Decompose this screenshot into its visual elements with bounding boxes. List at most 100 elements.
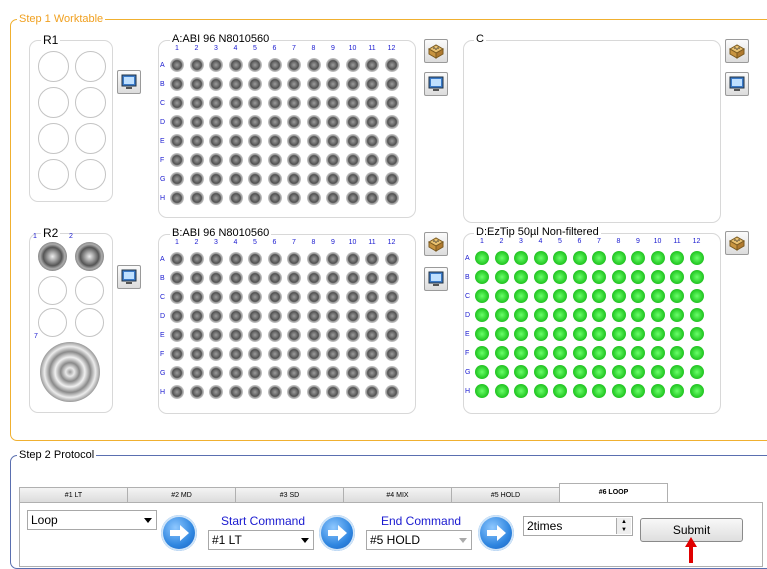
plate-b-well[interactable] bbox=[228, 309, 243, 323]
plate-a-well[interactable] bbox=[345, 153, 360, 167]
plate-a-well[interactable] bbox=[267, 77, 282, 91]
plate-b-well[interactable] bbox=[384, 290, 399, 304]
r1-reservoir-slot[interactable] bbox=[75, 123, 106, 154]
plate-a-well[interactable] bbox=[287, 58, 301, 72]
plate-b-well[interactable] bbox=[189, 309, 204, 323]
plate-d-well[interactable] bbox=[670, 251, 684, 265]
r2-view-button[interactable] bbox=[117, 265, 141, 289]
plate-d-well[interactable] bbox=[592, 346, 606, 360]
plate-a-well[interactable] bbox=[248, 134, 262, 148]
r1-reservoir-slot[interactable] bbox=[38, 159, 69, 190]
plate-a-well[interactable] bbox=[365, 172, 379, 186]
plate-d-well[interactable] bbox=[475, 346, 489, 360]
plate-b-well[interactable] bbox=[209, 309, 223, 323]
plate-a-well[interactable] bbox=[326, 96, 340, 110]
plate-a-well[interactable] bbox=[228, 134, 243, 148]
r2-tube-slot[interactable] bbox=[38, 308, 67, 337]
plate-a-well[interactable] bbox=[287, 191, 301, 205]
r1-reservoir-slot[interactable] bbox=[75, 87, 106, 118]
r1-reservoir-slot[interactable] bbox=[38, 123, 69, 154]
plate-a-well[interactable] bbox=[189, 115, 204, 129]
plate-a-well[interactable] bbox=[287, 172, 301, 186]
plate-d-well[interactable] bbox=[631, 251, 645, 265]
plate-a-well[interactable] bbox=[170, 77, 184, 91]
plate-b-well[interactable] bbox=[228, 347, 243, 361]
plate-b-well[interactable] bbox=[326, 328, 340, 342]
plate-d-well[interactable] bbox=[533, 270, 548, 284]
plate-d-well[interactable] bbox=[592, 270, 606, 284]
plate-a-well[interactable] bbox=[189, 191, 204, 205]
plate-b-well[interactable] bbox=[345, 328, 360, 342]
command-type-combo[interactable]: Loop bbox=[27, 510, 157, 530]
plate-b-well[interactable] bbox=[267, 271, 282, 285]
plate-b-well[interactable] bbox=[170, 328, 184, 342]
plate-d-well[interactable] bbox=[533, 346, 548, 360]
end-arrow-button[interactable] bbox=[319, 515, 355, 551]
plate-d-well[interactable] bbox=[475, 365, 489, 379]
plate-b-well[interactable] bbox=[209, 290, 223, 304]
plate-d-well[interactable] bbox=[514, 308, 528, 322]
plate-b-well[interactable] bbox=[170, 366, 184, 380]
plate-b-well[interactable] bbox=[326, 271, 340, 285]
plate-a-well[interactable] bbox=[209, 153, 223, 167]
plate-d-well[interactable] bbox=[670, 384, 684, 398]
plate-d-well[interactable] bbox=[475, 289, 489, 303]
plate-d-well[interactable] bbox=[592, 251, 606, 265]
plate-d-well[interactable] bbox=[494, 270, 509, 284]
plate-b-well[interactable] bbox=[306, 252, 321, 266]
plate-d-well[interactable] bbox=[494, 251, 509, 265]
plate-d-well[interactable] bbox=[494, 289, 509, 303]
r2-tube-slot[interactable] bbox=[38, 242, 67, 271]
r2-tube-slot[interactable] bbox=[75, 308, 104, 337]
plate-a-well[interactable] bbox=[306, 77, 321, 91]
plate-a-well[interactable] bbox=[248, 115, 262, 129]
plate-b-well[interactable] bbox=[306, 290, 321, 304]
plate-b-well[interactable] bbox=[326, 366, 340, 380]
plate-a-well[interactable] bbox=[267, 191, 282, 205]
plate-b-well[interactable] bbox=[287, 290, 301, 304]
plate-d-well[interactable] bbox=[553, 308, 567, 322]
plate-b-well[interactable] bbox=[248, 309, 262, 323]
plate-d-well[interactable] bbox=[670, 289, 684, 303]
plate-a-well[interactable] bbox=[326, 77, 340, 91]
plate-b-well[interactable] bbox=[306, 328, 321, 342]
plate-d-well[interactable] bbox=[475, 327, 489, 341]
plate-a-well[interactable] bbox=[189, 153, 204, 167]
plate-b-well[interactable] bbox=[248, 328, 262, 342]
plate-d-well[interactable] bbox=[592, 384, 606, 398]
plate-a-well[interactable] bbox=[170, 191, 184, 205]
plate-b-well[interactable] bbox=[287, 347, 301, 361]
plate-d-well[interactable] bbox=[533, 251, 548, 265]
plate-d-well[interactable] bbox=[553, 365, 567, 379]
plate-b-well[interactable] bbox=[170, 309, 184, 323]
plate-b-well[interactable] bbox=[170, 347, 184, 361]
plate-d-well[interactable] bbox=[670, 270, 684, 284]
plate-a-well[interactable] bbox=[228, 77, 243, 91]
plate-a-well[interactable] bbox=[365, 96, 379, 110]
plate-d-well[interactable] bbox=[553, 289, 567, 303]
plate-a-well[interactable] bbox=[189, 134, 204, 148]
plate-d-well[interactable] bbox=[514, 365, 528, 379]
plate-d-well[interactable] bbox=[572, 270, 587, 284]
plate-a-well[interactable] bbox=[267, 153, 282, 167]
plate-b-well[interactable] bbox=[306, 366, 321, 380]
plate-b-well[interactable] bbox=[248, 385, 262, 399]
end-command-combo[interactable]: #5 HOLD bbox=[366, 530, 472, 550]
plate-b-well[interactable] bbox=[326, 385, 340, 399]
plate-d-well[interactable] bbox=[611, 365, 626, 379]
plate-b-well[interactable] bbox=[306, 309, 321, 323]
plate-a-well[interactable] bbox=[345, 96, 360, 110]
plate-a-well[interactable] bbox=[326, 134, 340, 148]
plate-b-well[interactable] bbox=[365, 328, 379, 342]
plate-d-well[interactable] bbox=[650, 384, 665, 398]
plate-b-well[interactable] bbox=[384, 347, 399, 361]
plate-a-well[interactable] bbox=[384, 134, 399, 148]
plate-b-well[interactable] bbox=[267, 347, 282, 361]
plate-d-well[interactable] bbox=[689, 327, 704, 341]
plate-b-well[interactable] bbox=[248, 347, 262, 361]
plate-a-well[interactable] bbox=[209, 58, 223, 72]
plate-a-well[interactable] bbox=[384, 172, 399, 186]
plate-a-well[interactable] bbox=[248, 58, 262, 72]
plate-a-well[interactable] bbox=[209, 77, 223, 91]
loop-times-spinner[interactable]: 2times ▲ ▼ bbox=[523, 516, 633, 536]
